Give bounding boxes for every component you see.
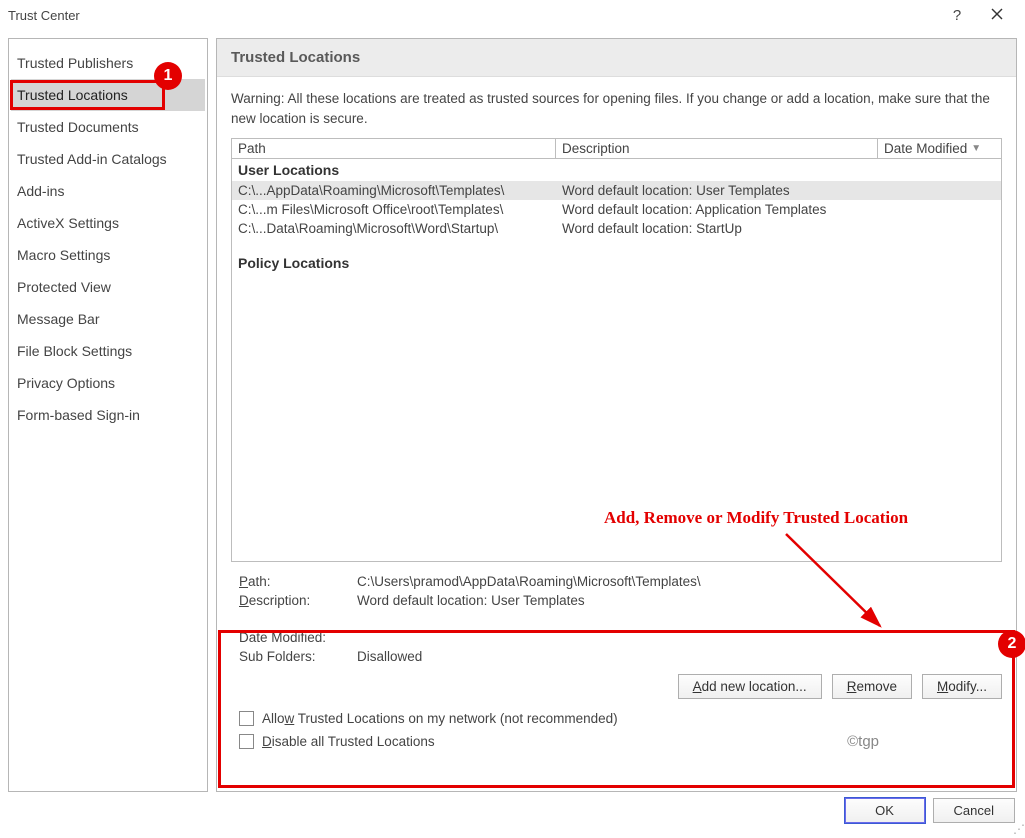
disable-all-checkbox[interactable] [239,734,254,749]
cell-description: Word default location: StartUp [556,220,878,237]
detail-description-value: Word default location: User Templates [357,593,585,608]
cell-path: C:\...m Files\Microsoft Office\root\Temp… [232,201,556,218]
column-date-modified[interactable]: Date Modified ▼ [878,139,1001,158]
cell-description: Word default location: Application Templ… [556,201,878,218]
allow-network-row: Allow Trusted Locations on my network (n… [217,707,1016,730]
disable-all-label: Disable all Trusted Locations [262,734,435,749]
main-panel: Trusted Locations Warning: All these loc… [216,38,1017,792]
sidebar-item-macro-settings[interactable]: Macro Settings [11,239,205,271]
table-row[interactable]: C:\...Data\Roaming\Microsoft\Word\Startu… [232,219,1001,238]
group-user-locations: User Locations [232,159,1001,181]
location-buttons-row: Add new location... Remove Modify... [217,670,1016,707]
sidebar-item-trusted-publishers[interactable]: Trusted Publishers [11,47,205,79]
table-header: Path Description Date Modified ▼ [232,139,1001,159]
sidebar-item-protected-view[interactable]: Protected View [11,271,205,303]
group-policy-locations: Policy Locations [232,252,1001,274]
sidebar-item-trusted-documents[interactable]: Trusted Documents [11,111,205,143]
close-icon[interactable] [977,7,1017,24]
disable-all-row: Disable all Trusted Locations [217,730,1016,753]
column-description[interactable]: Description [556,139,878,158]
ok-button[interactable]: OK [845,798,925,823]
watermark: ©tgp [847,733,879,750]
sidebar-item-trusted-locations[interactable]: Trusted Locations [11,79,205,111]
sidebar: Trusted Publishers Trusted Locations Tru… [8,38,208,792]
sidebar-item-activex-settings[interactable]: ActiveX Settings [11,207,205,239]
cell-path: C:\...Data\Roaming\Microsoft\Word\Startu… [232,220,556,237]
locations-table: Path Description Date Modified ▼ User Lo… [231,138,1002,562]
remove-button[interactable]: Remove [832,674,912,699]
cell-date [878,201,1001,218]
sort-icon: ▼ [971,143,981,154]
detail-date-label: Date Modified: [239,630,357,645]
sidebar-item-file-block-settings[interactable]: File Block Settings [11,335,205,367]
sidebar-item-addins[interactable]: Add-ins [11,175,205,207]
dialog-footer: OK Cancel [0,792,1025,829]
cell-description: Word default location: User Templates [556,182,878,199]
dialog-title: Trust Center [8,8,937,23]
detail-path-value: C:\Users\pramod\AppData\Roaming\Microsof… [357,574,701,589]
title-bar: Trust Center ? [0,0,1025,30]
cancel-button[interactable]: Cancel [933,798,1015,823]
resize-grip-icon[interactable]: ⋰ [1013,822,1023,836]
selection-details: Path: C:\Users\pramod\AppData\Roaming\Mi… [217,562,1016,670]
help-icon[interactable]: ? [937,7,977,24]
column-date-label: Date Modified [884,141,967,156]
sidebar-item-form-based-signin[interactable]: Form-based Sign-in [11,399,205,431]
table-row[interactable]: C:\...AppData\Roaming\Microsoft\Template… [232,181,1001,200]
cell-date [878,182,1001,199]
table-row[interactable]: C:\...m Files\Microsoft Office\root\Temp… [232,200,1001,219]
detail-description-label: Description: [239,593,357,608]
allow-network-checkbox[interactable] [239,711,254,726]
add-new-location-button[interactable]: Add new location... [678,674,822,699]
cell-path: C:\...AppData\Roaming\Microsoft\Template… [232,182,556,199]
cell-date [878,220,1001,237]
detail-path-label: Path: [239,574,357,589]
modify-button[interactable]: Modify... [922,674,1002,699]
detail-subfolders-label: Sub Folders: [239,649,357,664]
sidebar-item-message-bar[interactable]: Message Bar [11,303,205,335]
section-title: Trusted Locations [217,39,1016,77]
detail-subfolders-value: Disallowed [357,649,422,664]
warning-text: Warning: All these locations are treated… [217,77,1016,138]
column-path[interactable]: Path [232,139,556,158]
sidebar-item-trusted-addin-catalogs[interactable]: Trusted Add-in Catalogs [11,143,205,175]
allow-network-label: Allow Trusted Locations on my network (n… [262,711,618,726]
sidebar-item-privacy-options[interactable]: Privacy Options [11,367,205,399]
